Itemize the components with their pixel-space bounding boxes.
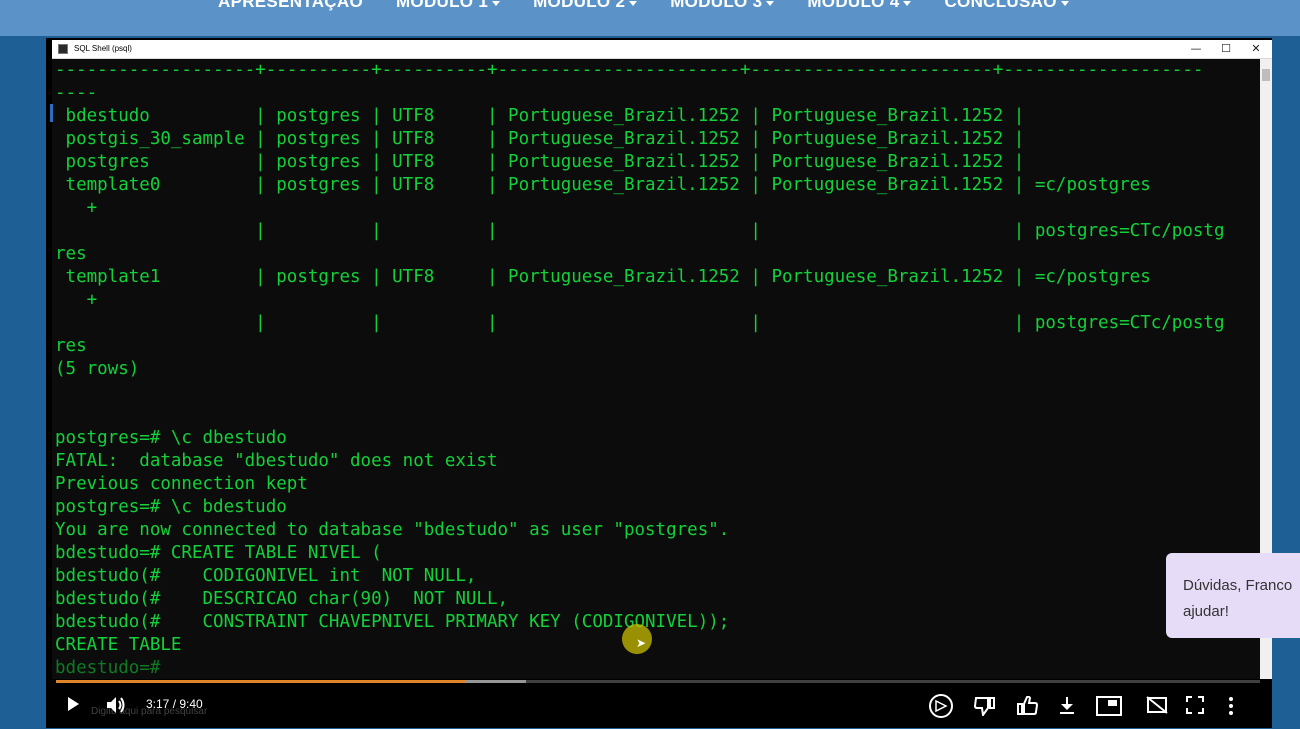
- nav-item-label: CONCLUSÃO: [944, 0, 1057, 11]
- side-marker: [50, 104, 53, 122]
- nav-item-conclusao[interactable]: CONCLUSÃO: [944, 0, 1069, 12]
- nav-item-label: APRESENTAÇÃO: [218, 0, 363, 11]
- nav-item-modulo-4[interactable]: MÓDULO 4: [807, 0, 912, 12]
- more-vert-icon: [1229, 697, 1233, 715]
- nav-item-modulo-1[interactable]: MÓDULO 1: [395, 0, 501, 12]
- caret-down-icon: [492, 0, 501, 6]
- chat-widget[interactable]: Dúvidas, Franco ajudar!: [1166, 553, 1300, 638]
- terminal-line: | | | | | postgres=CTc/postg: [55, 313, 1225, 333]
- caret-down-icon: [1060, 0, 1069, 6]
- progress-played: [56, 680, 466, 683]
- terminal-line: bdestudo(# DESCRICAO char(90) NOT NULL,: [55, 589, 509, 609]
- autoplay-icon: [929, 694, 953, 718]
- terminal-console: -------------------+----------+---------…: [52, 59, 1272, 679]
- terminal-line: res: [55, 244, 87, 264]
- window-title: SQL Shell (psql): [74, 44, 132, 53]
- terminal-line: +: [55, 198, 98, 218]
- progress-bar[interactable]: [56, 680, 1260, 683]
- close-icon: ✕: [1251, 42, 1261, 55]
- chat-text: Dúvidas, Franco ajudar!: [1183, 577, 1293, 620]
- dislike-button[interactable]: [974, 696, 996, 716]
- time-display: 3:17 / 9:40: [146, 697, 203, 711]
- like-button[interactable]: [1016, 696, 1038, 716]
- captions-button[interactable]: [1146, 696, 1168, 714]
- miniplayer-icon: [1096, 696, 1122, 716]
- window-titlebar: SQL Shell (psql) — ☐ ✕: [52, 40, 1272, 59]
- terminal-line: ----: [55, 83, 98, 103]
- volume-icon: [107, 697, 125, 713]
- terminal-line: postgres | postgres | UTF8 | Portuguese_…: [55, 152, 1025, 172]
- nav-item-label: MÓDULO 3: [670, 0, 763, 11]
- maximize-icon: ☐: [1221, 42, 1231, 55]
- thumbs-up-icon: [1017, 696, 1038, 715]
- nav-item-apresentacao[interactable]: APRESENTAÇÃO: [218, 0, 363, 12]
- nav-item-modulo-3[interactable]: MÓDULO 3: [670, 0, 775, 12]
- terminal-output: -------------------+----------+---------…: [55, 59, 1224, 679]
- captions-off-icon: [1146, 696, 1168, 714]
- fullscreen-icon: [1186, 696, 1204, 714]
- window-controls: — ☐ ✕: [1190, 41, 1262, 57]
- autoplay-button[interactable]: [928, 693, 954, 719]
- nav-item-label: MÓDULO 4: [807, 0, 900, 11]
- fullscreen-button[interactable]: [1186, 696, 1204, 714]
- nav-item-label: MÓDULO 1: [395, 0, 489, 11]
- download-icon: [1060, 697, 1074, 714]
- terminal-line: template0 | postgres | UTF8 | Portuguese…: [55, 175, 1151, 195]
- terminal-line: | | | | | postgres=CTc/postg: [55, 221, 1225, 241]
- terminal-line: bdestudo=#: [55, 658, 161, 678]
- terminal-line: You are now connected to database "bdest…: [55, 520, 730, 540]
- terminal-line: bdestudo=# CREATE TABLE NIVEL (: [55, 543, 382, 563]
- terminal-line: postgres=# \c dbestudo: [55, 428, 287, 448]
- caret-down-icon: [903, 0, 912, 6]
- download-button[interactable]: [1058, 696, 1076, 716]
- play-button[interactable]: [66, 696, 80, 712]
- terminal-line: (5 rows): [55, 359, 140, 379]
- nav-item-modulo-2[interactable]: MÓDULO 2: [533, 0, 638, 12]
- site-nav: APRESENTAÇÃO MÓDULO 1 MÓDULO 2 MÓDULO 3 …: [0, 0, 1300, 36]
- scrollbar-thumb: [1262, 69, 1270, 81]
- video-player[interactable]: SQL Shell (psql) — ☐ ✕ -----------------…: [46, 38, 1272, 728]
- caret-down-icon: [629, 0, 638, 6]
- terminal-line: bdestudo(# CODIGONIVEL int NOT NULL,: [55, 566, 477, 586]
- mouse-pointer-icon: ➤: [636, 636, 647, 650]
- nav-item-label: MÓDULO 2: [533, 0, 626, 11]
- thumbs-down-icon: [974, 697, 995, 716]
- player-controls: Digite aqui para pesquisar 3:17 / 9:40: [46, 686, 1272, 728]
- terminal-line: bdestudo | postgres | UTF8 | Portuguese_…: [55, 106, 1025, 126]
- terminal-line: -------------------+----------+---------…: [55, 60, 1204, 80]
- play-icon: [68, 697, 79, 711]
- terminal-app-icon: [58, 44, 68, 54]
- terminal-line: postgis_30_sample | postgres | UTF8 | Po…: [55, 129, 1025, 149]
- terminal-line: Previous connection kept: [55, 474, 308, 494]
- more-options-button[interactable]: [1227, 696, 1235, 716]
- volume-button[interactable]: [106, 696, 126, 714]
- caret-down-icon: [766, 0, 775, 6]
- miniplayer-button[interactable]: [1096, 696, 1122, 716]
- minimize-icon: —: [1190, 42, 1202, 55]
- nav-items: APRESENTAÇÃO MÓDULO 1 MÓDULO 2 MÓDULO 3 …: [218, 0, 1069, 12]
- terminal-line: FATAL: database "dbestudo" does not exis…: [55, 451, 498, 471]
- terminal-line: res: [55, 336, 87, 356]
- terminal-line: template1 | postgres | UTF8 | Portuguese…: [55, 267, 1151, 287]
- terminal-line: +: [55, 290, 98, 310]
- terminal-line: postgres=# \c bdestudo: [55, 497, 287, 517]
